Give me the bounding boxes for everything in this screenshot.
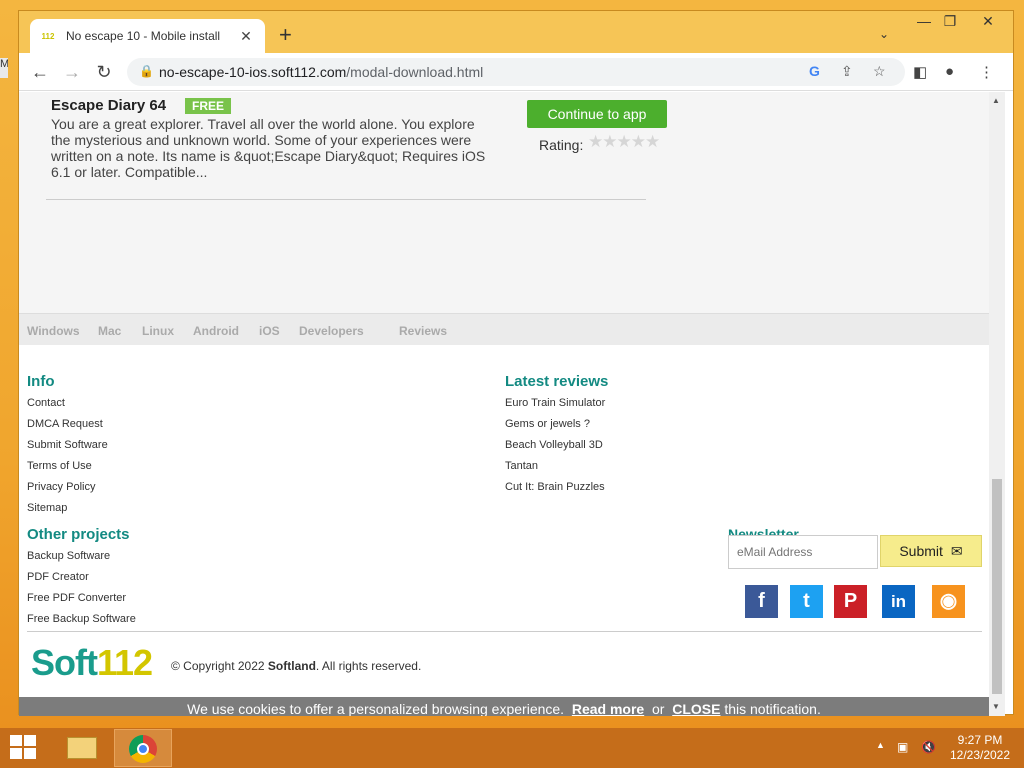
- logo-num: 112: [96, 642, 153, 683]
- review-link[interactable]: Beach Volleyball 3D: [505, 439, 603, 451]
- footer-link-submit-software[interactable]: Submit Software: [27, 439, 108, 451]
- cookie-text: We use cookies to offer a personalized b…: [187, 701, 565, 716]
- bookmark-star-icon[interactable]: ☆: [873, 63, 886, 80]
- clock-time: 9:27 PM: [957, 733, 1003, 747]
- project-link[interactable]: PDF Creator: [27, 571, 89, 583]
- project-link[interactable]: Backup Software: [27, 550, 110, 562]
- footer-link-dmca[interactable]: DMCA Request: [27, 418, 103, 430]
- cookie-or: or: [651, 701, 665, 716]
- app-title[interactable]: Escape Diary 64: [51, 97, 166, 114]
- info-heading: Info: [27, 373, 55, 390]
- cookie-close-link[interactable]: CLOSE: [672, 701, 720, 716]
- pinterest-icon[interactable]: P: [834, 585, 867, 618]
- url-text: no-escape-10-ios.soft112.com/modal-downl…: [159, 64, 483, 80]
- nav-reviews[interactable]: Reviews: [399, 324, 447, 338]
- tab-title: No escape 10 - Mobile install: [66, 29, 221, 43]
- rating-stars: ★★★★★: [588, 132, 660, 151]
- new-tab-icon[interactable]: +: [279, 24, 292, 46]
- desktop-edge-label: M: [0, 58, 8, 78]
- copyright-text: © Copyright 2022 Softland. All rights re…: [171, 659, 421, 673]
- lock-icon: 🔒: [139, 64, 154, 78]
- maximize-icon[interactable]: ❐: [935, 13, 965, 30]
- nav-mac[interactable]: Mac: [98, 324, 121, 338]
- page-scrollbar[interactable]: ▲ ▼: [989, 92, 1005, 716]
- reload-icon[interactable]: ↻: [92, 61, 116, 83]
- footer-link-terms[interactable]: Terms of Use: [27, 460, 92, 472]
- tab-search-icon[interactable]: ⌄: [879, 27, 889, 41]
- network-icon[interactable]: ▣: [897, 740, 908, 754]
- close-window-icon[interactable]: ✕: [973, 13, 1003, 30]
- footer-link-privacy[interactable]: Privacy Policy: [27, 481, 95, 493]
- side-panel-icon[interactable]: ◧: [913, 63, 927, 81]
- review-link[interactable]: Tantan: [505, 460, 538, 472]
- scroll-down-icon[interactable]: ▼: [992, 702, 1000, 711]
- project-link[interactable]: Free Backup Software: [27, 613, 136, 625]
- rss-icon[interactable]: ◉: [932, 585, 965, 618]
- app-result-card: Escape Diary 64 FREE You are a great exp…: [46, 92, 667, 200]
- cookie-notice: We use cookies to offer a personalized b…: [19, 697, 989, 716]
- nav-android[interactable]: Android: [193, 324, 239, 338]
- facebook-icon[interactable]: f: [745, 585, 778, 618]
- back-arrow-icon[interactable]: ←: [28, 61, 52, 83]
- copyright-company: Softland: [267, 659, 316, 673]
- browser-toolbar: ← → ↻ 🔒 no-escape-10-ios.soft112.com/mod…: [19, 53, 1013, 91]
- envelope-icon: ✉: [950, 542, 963, 559]
- menu-kebab-icon[interactable]: ⋮: [979, 63, 994, 81]
- forward-arrow-icon[interactable]: →: [60, 61, 84, 83]
- cookie-tail: this notification.: [724, 701, 821, 716]
- latest-reviews-heading: Latest reviews: [505, 373, 609, 390]
- page-viewport: Escape Diary 64 FREE You are a great exp…: [19, 92, 989, 716]
- cookie-read-more-link[interactable]: Read more: [572, 701, 644, 716]
- nav-windows[interactable]: Windows: [27, 324, 80, 338]
- title-bar: 112 No escape 10 - Mobile install ✕ + ⌄ …: [19, 11, 1013, 53]
- footer-divider: [27, 631, 982, 632]
- continue-to-app-button[interactable]: Continue to app: [527, 100, 667, 128]
- free-badge: FREE: [185, 98, 232, 114]
- review-link[interactable]: Gems or jewels ?: [505, 418, 590, 430]
- twitter-icon[interactable]: t: [790, 585, 823, 618]
- footer-link-sitemap[interactable]: Sitemap: [27, 502, 67, 514]
- favicon-icon: 112: [41, 31, 55, 41]
- site-footer: Info Contact DMCA Request Submit Softwar…: [19, 345, 989, 716]
- scroll-up-icon[interactable]: ▲: [992, 96, 1000, 105]
- nav-ios[interactable]: iOS: [259, 324, 280, 338]
- url-path: /modal-download.html: [346, 64, 484, 80]
- submit-label: Submit: [899, 543, 943, 559]
- project-link[interactable]: Free PDF Converter: [27, 592, 126, 604]
- app-description: You are a great explorer. Travel all ove…: [51, 116, 486, 180]
- review-link[interactable]: Cut It: Brain Puzzles: [505, 481, 605, 493]
- nav-developers[interactable]: Developers: [299, 324, 364, 338]
- copyright-prefix: © Copyright 2022: [171, 659, 265, 673]
- footer-link-contact[interactable]: Contact: [27, 397, 65, 409]
- clock-date: 12/23/2022: [949, 748, 1011, 762]
- windows-taskbar: ▲ ▣ 🔇 9:27 PM 12/23/2022: [0, 728, 1024, 768]
- scroll-thumb[interactable]: [992, 479, 1002, 694]
- linkedin-icon[interactable]: in: [882, 585, 915, 618]
- review-link[interactable]: Euro Train Simulator: [505, 397, 605, 409]
- logo-soft: Soft: [31, 642, 98, 683]
- soft112-logo[interactable]: Soft112: [31, 642, 153, 684]
- volume-muted-icon[interactable]: 🔇: [921, 740, 936, 754]
- tray-expand-icon[interactable]: ▲: [876, 740, 885, 750]
- google-icon[interactable]: G: [809, 63, 820, 79]
- windows-start-icon[interactable]: [10, 735, 38, 761]
- profile-avatar-icon[interactable]: ●: [945, 63, 954, 80]
- rating-label: Rating:: [539, 137, 584, 153]
- address-bar[interactable]: 🔒 no-escape-10-ios.soft112.com/modal-dow…: [127, 58, 905, 86]
- newsletter-email-input[interactable]: [728, 535, 878, 569]
- tab-close-icon[interactable]: ✕: [237, 28, 255, 45]
- share-icon[interactable]: ⇪: [841, 63, 853, 80]
- browser-window: 112 No escape 10 - Mobile install ✕ + ⌄ …: [18, 10, 1014, 716]
- copyright-suffix: . All rights reserved.: [315, 659, 422, 673]
- platform-nav: Windows Mac Linux Android iOS Developers…: [19, 313, 989, 345]
- tab-active[interactable]: 112 No escape 10 - Mobile install ✕: [30, 19, 265, 53]
- newsletter-submit-button[interactable]: Submit ✉: [880, 535, 982, 567]
- chrome-taskbar-icon[interactable]: [114, 729, 172, 767]
- other-projects-heading: Other projects: [27, 526, 130, 543]
- url-host: no-escape-10-ios.soft112.com: [159, 64, 347, 80]
- nav-linux[interactable]: Linux: [142, 324, 174, 338]
- system-clock[interactable]: 9:27 PM 12/23/2022: [942, 733, 1018, 763]
- file-explorer-icon[interactable]: [54, 729, 112, 767]
